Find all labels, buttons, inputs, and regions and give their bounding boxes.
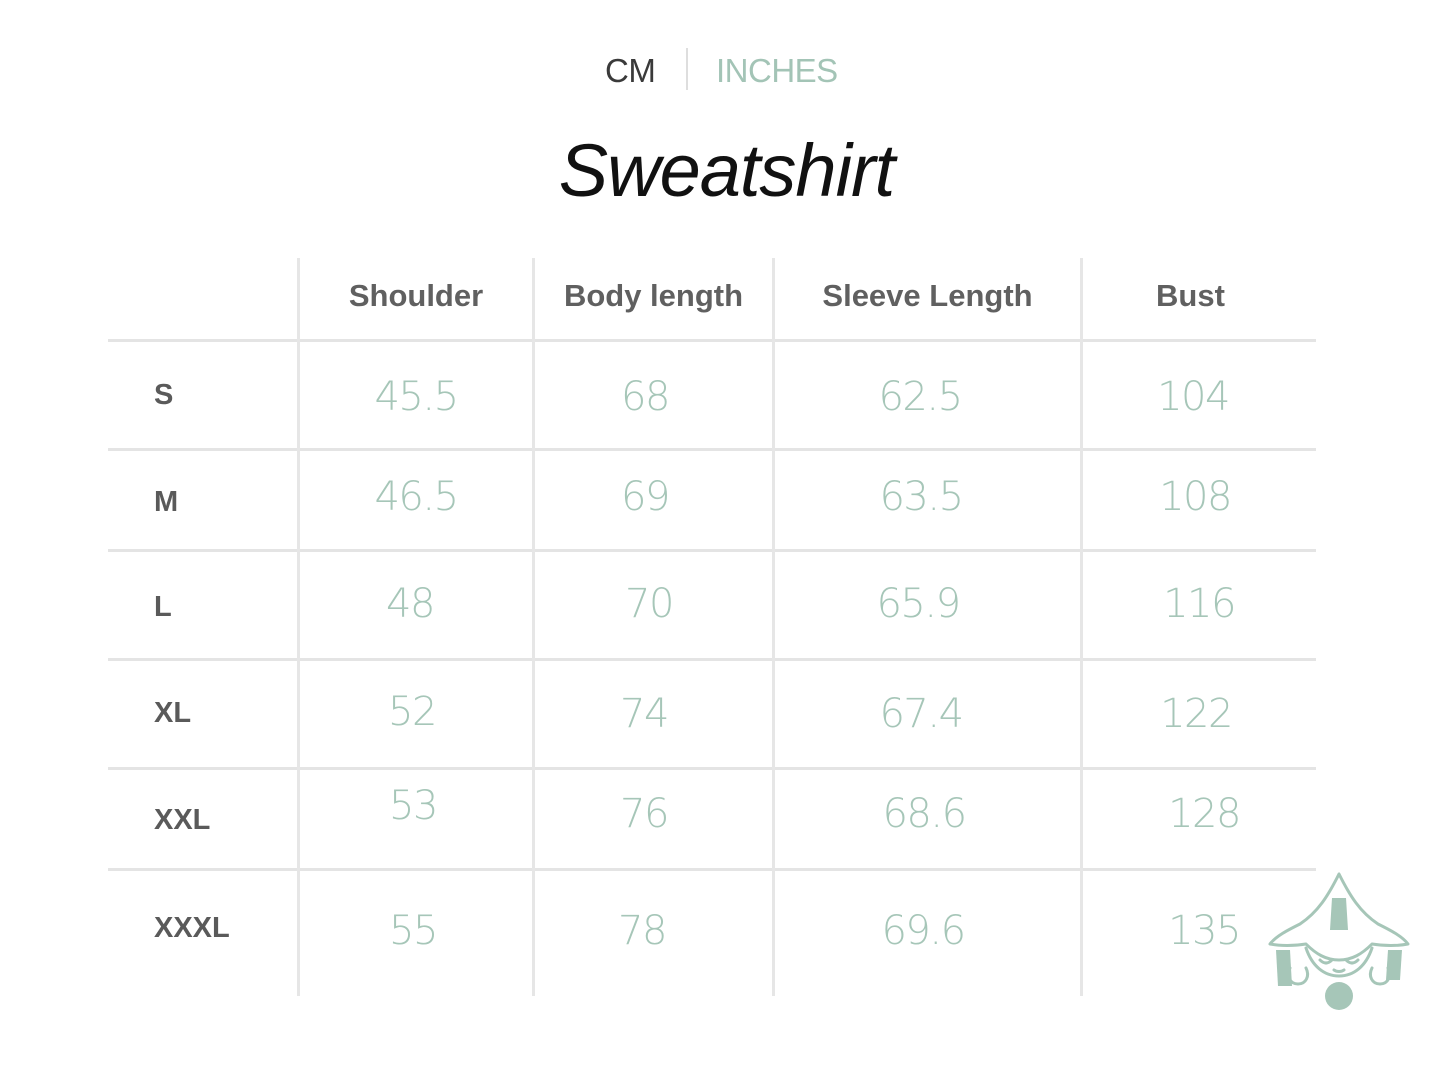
table-cell: 74 [620,691,669,737]
table-cell: 78 [618,908,667,954]
table-cell: 65.9 [876,581,961,627]
table-cell: 52 [388,689,437,735]
table-cell: 67.4 [879,691,964,737]
table-cell: 48 [386,581,435,627]
table-cell: 76 [620,791,669,837]
header-bust: Bust [1156,278,1225,313]
size-label: M [154,486,179,518]
table-cell: 108 [1159,474,1232,520]
table-cell: 62.5 [878,374,963,420]
size-label: XXXL [154,912,230,944]
header-sleeve-length: Sleeve Length [822,278,1033,313]
header-shoulder: Shoulder [348,278,484,313]
table-cell: 63.5 [879,474,964,520]
table-cell: 128 [1168,791,1241,837]
row-divider [108,658,1316,661]
size-label: S [154,379,174,411]
table-cell: 45.5 [374,374,459,420]
size-table: Shoulder Body length Sleeve Length Bust … [0,0,1445,1071]
row-divider [108,767,1316,770]
header-body-length: Body length [563,278,744,313]
table-cell: 116 [1163,581,1236,627]
table-cell: 53 [389,783,438,829]
table-cell: 70 [625,581,674,627]
column-divider [772,258,775,996]
table-cell: 46.5 [374,474,459,520]
table-cell: 55 [389,908,438,954]
table-cell: 122 [1160,691,1233,737]
row-divider [108,448,1316,451]
table-cell: 69 [621,474,670,520]
row-divider [108,339,1316,342]
size-label: XXL [154,804,211,836]
column-divider [532,258,535,996]
mascot-icon [1268,872,1410,1010]
row-divider [108,868,1316,871]
size-label: L [154,591,172,623]
table-cell: 68 [621,374,670,420]
row-divider [108,549,1316,552]
size-label: XL [154,697,192,729]
table-cell: 104 [1157,374,1230,420]
column-divider [297,258,300,996]
table-cell: 69.6 [881,908,966,954]
table-cell: 68.6 [882,791,967,837]
column-divider [1080,258,1083,996]
